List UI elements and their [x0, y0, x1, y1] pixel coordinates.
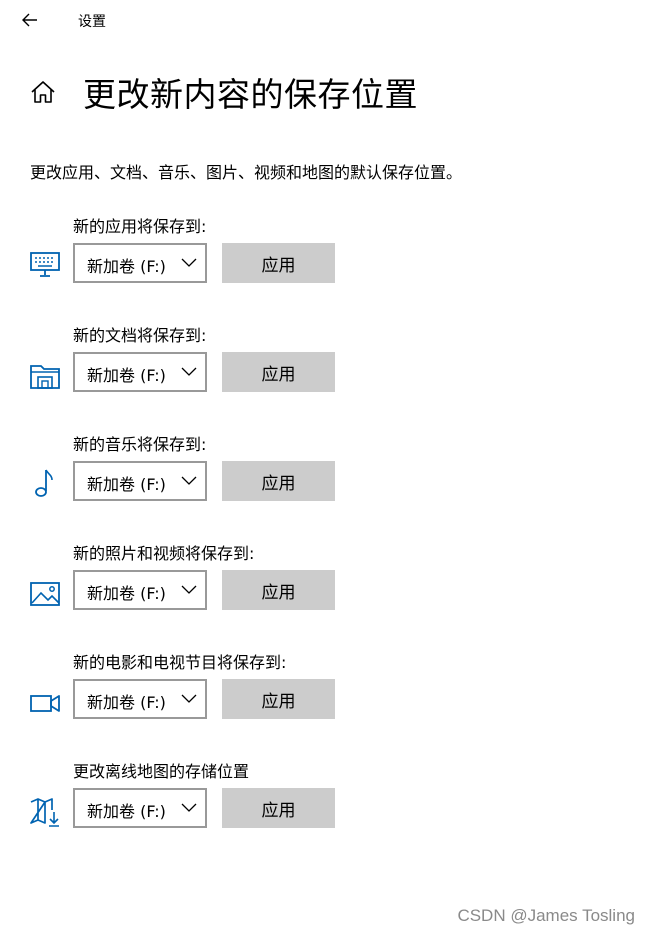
- drive-select-documents[interactable]: 新加卷 (F:): [73, 352, 207, 392]
- folder-icon: [30, 365, 60, 389]
- section-label: 更改离线地图的存储位置: [73, 762, 250, 781]
- drive-select-movies[interactable]: 新加卷 (F:): [73, 679, 207, 719]
- drive-select-value: 新加卷 (F:): [87, 257, 166, 276]
- page-description: 更改应用、文档、音乐、图片、视频和地图的默认保存位置。: [30, 163, 463, 182]
- page-title: 更改新内容的保存位置: [83, 75, 418, 114]
- section-apps: 新的应用将保存到: 新加卷 (F:) 应用: [0, 213, 651, 303]
- section-label: 新的照片和视频将保存到:: [73, 544, 255, 563]
- apply-button-documents[interactable]: 应用: [222, 352, 335, 392]
- section-label: 新的应用将保存到:: [73, 217, 207, 236]
- music-note-icon: [35, 469, 53, 497]
- chevron-down-icon: [181, 258, 197, 267]
- chevron-down-icon: [181, 694, 197, 703]
- drive-select-music[interactable]: 新加卷 (F:): [73, 461, 207, 501]
- monitor-icon: [30, 252, 60, 277]
- drive-select-apps[interactable]: 新加卷 (F:): [73, 243, 207, 283]
- section-label: 新的文档将保存到:: [73, 326, 207, 345]
- apply-button-maps[interactable]: 应用: [222, 788, 335, 828]
- window-title: 设置: [78, 14, 106, 30]
- chevron-down-icon: [181, 476, 197, 485]
- watermark: CSDN @James Tosling: [457, 906, 635, 925]
- apply-button-movies[interactable]: 应用: [222, 679, 335, 719]
- drive-select-maps[interactable]: 新加卷 (F:): [73, 788, 207, 828]
- drive-select-value: 新加卷 (F:): [87, 693, 166, 712]
- chevron-down-icon: [181, 367, 197, 376]
- section-photos: 新的照片和视频将保存到: 新加卷 (F:) 应用: [0, 540, 651, 630]
- section-music: 新的音乐将保存到: 新加卷 (F:) 应用: [0, 431, 651, 521]
- home-icon: [31, 81, 55, 103]
- section-documents: 新的文档将保存到: 新加卷 (F:) 应用: [0, 322, 651, 412]
- section-label: 新的电影和电视节目将保存到:: [73, 653, 287, 672]
- back-button[interactable]: [16, 6, 44, 34]
- map-download-icon: [30, 798, 59, 827]
- chevron-down-icon: [181, 803, 197, 812]
- picture-icon: [30, 582, 60, 606]
- back-arrow-icon: [22, 13, 37, 27]
- apply-button-apps[interactable]: 应用: [222, 243, 335, 283]
- chevron-down-icon: [181, 585, 197, 594]
- drive-select-value: 新加卷 (F:): [87, 475, 166, 494]
- video-camera-icon: [30, 695, 60, 712]
- apply-button-music[interactable]: 应用: [222, 461, 335, 501]
- drive-select-value: 新加卷 (F:): [87, 366, 166, 385]
- title-bar: 设置: [0, 0, 651, 40]
- drive-select-value: 新加卷 (F:): [87, 584, 166, 603]
- section-movies: 新的电影和电视节目将保存到: 新加卷 (F:) 应用: [0, 649, 651, 739]
- apply-button-photos[interactable]: 应用: [222, 570, 335, 610]
- section-maps: 更改离线地图的存储位置 新加卷 (F:) 应用: [0, 758, 651, 848]
- drive-select-value: 新加卷 (F:): [87, 802, 166, 821]
- section-label: 新的音乐将保存到:: [73, 435, 207, 454]
- drive-select-photos[interactable]: 新加卷 (F:): [73, 570, 207, 610]
